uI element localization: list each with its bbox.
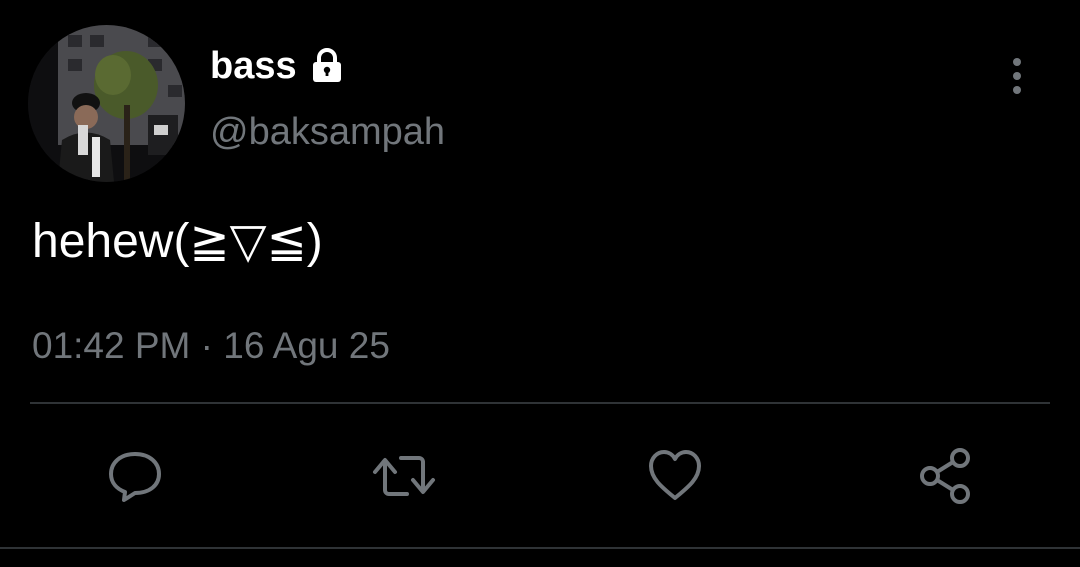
user-name-row[interactable]: bass [210,44,347,88]
more-options-button[interactable] [1000,52,1034,98]
tweet-text: hehew(≧▽≦) [32,215,323,268]
avatar[interactable] [28,25,185,182]
retweet-icon [373,456,435,496]
retweet-button[interactable] [368,440,440,512]
share-button[interactable] [909,440,981,512]
like-button[interactable] [639,440,711,512]
reply-button[interactable] [99,440,171,512]
user-handle[interactable]: @baksampah [210,108,445,156]
display-name[interactable]: bass [210,44,297,88]
lock-icon [307,46,347,86]
heart-icon [649,450,701,500]
share-icon [920,448,970,504]
vertical-dots-icon [1013,58,1021,94]
comment-bubble-icon [109,452,161,502]
divider [30,402,1050,404]
tweet-timestamp[interactable]: 01:42 PM · 16 Agu 25 [32,322,390,370]
bottom-divider [0,547,1080,549]
